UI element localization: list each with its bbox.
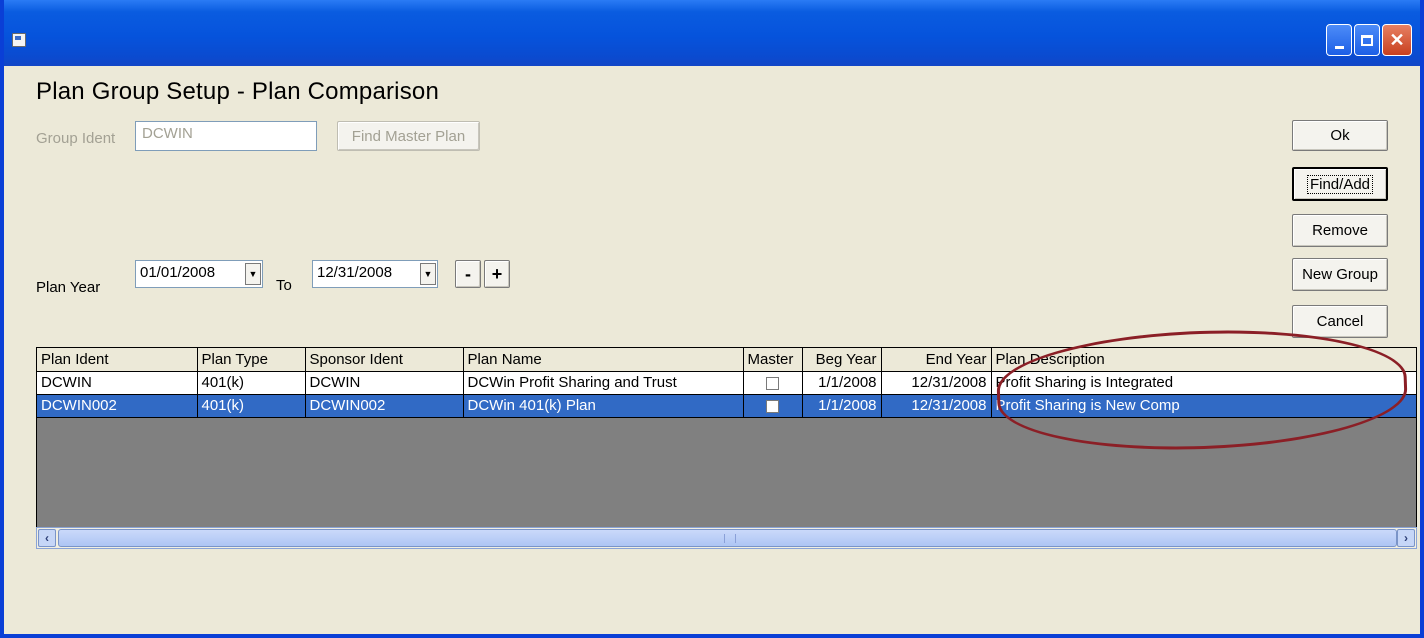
table-row[interactable]: DCWIN 401(k) DCWIN DCWin Profit Sharing … — [37, 371, 1416, 395]
table-header-row: Plan Ident Plan Type Sponsor Ident Plan … — [37, 348, 1416, 372]
cell-beg-year: 1/1/2008 — [802, 371, 882, 395]
table-row[interactable]: DCWIN002 401(k) DCWIN002 DCWin 401(k) Pl… — [37, 394, 1416, 418]
column-header-beg-year[interactable]: Beg Year — [802, 348, 882, 372]
year-increment-button[interactable]: + — [484, 260, 510, 288]
plan-year-to-label: To — [276, 277, 292, 294]
find-master-plan-button[interactable]: Find Master Plan — [337, 121, 480, 151]
cell-end-year: 12/31/2008 — [881, 394, 992, 418]
cell-master — [743, 394, 803, 418]
year-decrement-button[interactable]: - — [455, 260, 481, 288]
plan-year-to-picker[interactable]: 12/31/2008 ▼ — [312, 260, 438, 288]
cancel-button[interactable]: Cancel — [1292, 305, 1388, 338]
find-add-button[interactable]: Find/Add — [1292, 167, 1388, 201]
scroll-left-button[interactable]: ‹ — [38, 529, 56, 547]
column-header-plan-description[interactable]: Plan Description — [991, 348, 1416, 372]
maximize-button[interactable] — [1354, 24, 1380, 56]
find-add-label: Find/Add — [1306, 174, 1374, 194]
chevron-down-icon[interactable]: ▼ — [420, 263, 436, 285]
grip-icon — [724, 534, 736, 543]
minimize-icon — [1334, 45, 1344, 49]
cell-sponsor-ident: DCWIN002 — [305, 394, 464, 418]
column-header-plan-ident[interactable]: Plan Ident — [37, 348, 198, 372]
app-window: ✕ Plan Group Setup - Plan Comparison Gro… — [0, 0, 1424, 638]
client-area: Plan Group Setup - Plan Comparison Group… — [4, 66, 1420, 634]
cell-sponsor-ident: DCWIN — [305, 371, 464, 395]
plan-table: Plan Ident Plan Type Sponsor Ident Plan … — [37, 348, 1416, 418]
close-icon: ✕ — [1389, 29, 1405, 50]
column-header-sponsor-ident[interactable]: Sponsor Ident — [305, 348, 464, 372]
page-title: Plan Group Setup - Plan Comparison — [36, 78, 440, 105]
new-group-button[interactable]: New Group — [1292, 258, 1388, 291]
minimize-button[interactable] — [1326, 24, 1352, 56]
scrollbar-thumb[interactable] — [58, 529, 1397, 547]
cell-plan-type: 401(k) — [197, 394, 306, 418]
chevron-left-icon: ‹ — [45, 531, 49, 545]
cell-plan-name: DCWin Profit Sharing and Trust — [463, 371, 744, 395]
title-bar[interactable]: ✕ — [4, 0, 1420, 66]
remove-button[interactable]: Remove — [1292, 214, 1388, 247]
horizontal-scrollbar[interactable]: ‹ › — [36, 527, 1417, 549]
column-header-plan-type[interactable]: Plan Type — [197, 348, 306, 372]
plan-year-label: Plan Year — [36, 279, 101, 296]
cell-end-year: 12/31/2008 — [881, 371, 992, 395]
cell-plan-type: 401(k) — [197, 371, 306, 395]
cell-master — [743, 371, 803, 395]
scroll-right-button[interactable]: › — [1397, 529, 1415, 547]
master-checkbox[interactable] — [766, 399, 779, 413]
cell-plan-name: DCWin 401(k) Plan — [463, 394, 744, 418]
master-checkbox[interactable] — [766, 376, 779, 390]
chevron-right-icon: › — [1404, 531, 1408, 545]
cell-plan-description: Profit Sharing is New Comp — [991, 394, 1416, 418]
cell-beg-year: 1/1/2008 — [802, 394, 882, 418]
plan-comparison-grid[interactable]: Plan Ident Plan Type Sponsor Ident Plan … — [36, 347, 1417, 530]
plan-year-from-value: 01/01/2008 — [140, 264, 216, 281]
maximize-icon — [1361, 34, 1373, 46]
chevron-down-icon[interactable]: ▼ — [245, 263, 261, 285]
group-ident-field[interactable]: DCWIN — [135, 121, 317, 151]
column-header-plan-name[interactable]: Plan Name — [463, 348, 744, 372]
cell-plan-description: Profit Sharing is Integrated — [991, 371, 1416, 395]
group-ident-label: Group Ident — [36, 130, 116, 147]
cell-plan-ident: DCWIN002 — [37, 394, 198, 418]
plan-year-from-picker[interactable]: 01/01/2008 ▼ — [135, 260, 263, 288]
close-button[interactable]: ✕ — [1382, 24, 1412, 56]
cell-plan-ident: DCWIN — [37, 371, 198, 395]
column-header-end-year[interactable]: End Year — [881, 348, 992, 372]
column-header-master[interactable]: Master — [743, 348, 803, 372]
app-icon[interactable] — [12, 33, 26, 47]
ok-button[interactable]: Ok — [1292, 120, 1388, 151]
plan-year-to-value: 12/31/2008 — [317, 264, 393, 281]
